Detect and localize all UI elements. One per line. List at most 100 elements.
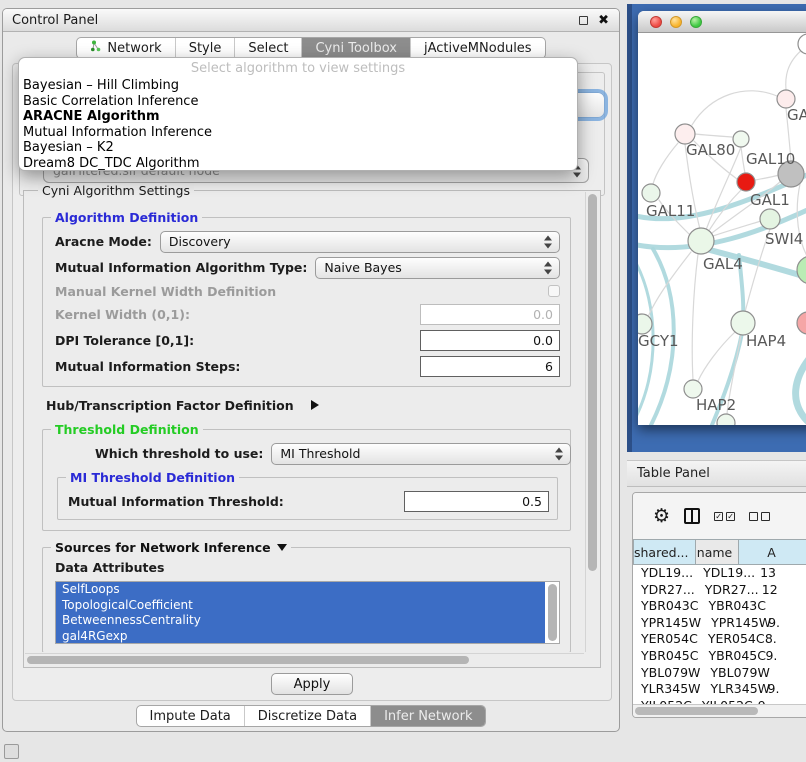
hub-definition-toggle[interactable]: Hub/Transcription Factor Definition [46, 395, 571, 415]
table-row[interactable]: YBL079WYBL079W [633, 665, 806, 682]
table-row[interactable]: YDR27...YDR27...12 [633, 582, 806, 599]
deselect-all-columns-icon[interactable] [749, 512, 770, 521]
attribute-item-gal4rgexp[interactable]: gal4RGexp [56, 629, 545, 644]
dropdown-prompt: Select algorithm to view settings [19, 61, 577, 78]
manual-kernel-checkbox[interactable] [548, 285, 560, 297]
dropdown-item-dream8-dc-tdc-algorithm[interactable]: Dream8 DC_TDC Algorithm [19, 156, 577, 171]
table-cell: YLR345W [633, 681, 701, 698]
node-label-gal11: GAL11 [646, 202, 695, 220]
float-panel-icon[interactable] [579, 16, 588, 25]
dropdown-item-mutual-information-inference[interactable]: Mutual Information Inference [19, 125, 577, 141]
tab-jactivemnodules[interactable]: jActiveMNodules [410, 38, 545, 58]
close-window-icon[interactable] [650, 16, 662, 28]
network-node[interactable] [760, 209, 780, 229]
network-icon [90, 40, 102, 56]
tab-label: Style [189, 41, 222, 56]
tab-infer-network[interactable]: Infer Network [370, 706, 485, 726]
network-edge[interactable] [797, 184, 806, 261]
column-header-2[interactable]: name [696, 539, 740, 565]
network-node[interactable] [642, 184, 660, 202]
select-all-columns-icon[interactable]: ✓✓ [714, 512, 735, 521]
tab-cyni-toolbox[interactable]: Cyni Toolbox [301, 38, 410, 58]
network-node[interactable] [638, 314, 652, 334]
table-row[interactable]: YBR045CYBR045C9. [633, 648, 806, 665]
table-row[interactable]: YER054CYER054C8. [633, 631, 806, 648]
tab-style[interactable]: Style [175, 38, 235, 58]
attribute-item-betweennesscentrality[interactable]: BetweennessCentrality [56, 613, 545, 629]
table-cell: YBR045C [698, 648, 760, 665]
gear-icon[interactable]: ⚙ [653, 507, 670, 526]
network-edge[interactable] [653, 143, 678, 184]
data-attributes-list[interactable]: SelfLoopsTopologicalCoefficientBetweenne… [55, 581, 560, 644]
network-node[interactable] [798, 34, 806, 54]
attribute-item-selfloops[interactable]: SelfLoops [56, 582, 545, 598]
which-threshold-row: Which threshold to use: MI Threshold [55, 442, 560, 465]
kernel-width-row: Kernel Width (0,1): 0.0 [55, 303, 560, 326]
dropdown-item-bayesian-hill-climbing[interactable]: Bayesian – Hill Climbing [19, 78, 577, 94]
network-edge[interactable] [692, 91, 777, 125]
dropdown-item-basic-correlation-inference[interactable]: Basic Correlation Inference [19, 94, 577, 110]
apply-button[interactable]: Apply [271, 673, 354, 695]
dock-panel-icon[interactable] [4, 744, 19, 759]
column-header-3[interactable]: A [739, 539, 806, 565]
dropdown-item-aracne-algorithm[interactable]: ARACNE Algorithm [19, 109, 577, 125]
table-horizontal-scrollbar[interactable] [633, 704, 806, 717]
mi-type-combobox[interactable]: Naive Bayes [315, 257, 560, 279]
table-cell: YDR27... [695, 582, 757, 599]
kernel-width-field[interactable]: 0.0 [420, 304, 560, 325]
close-panel-icon[interactable]: ✖ [598, 14, 609, 27]
table-row[interactable]: YPR145WYPR145W9. [633, 615, 806, 632]
tab-discretize-data[interactable]: Discretize Data [244, 706, 370, 726]
table-cell [762, 665, 806, 682]
network-edge[interactable] [695, 134, 732, 137]
tab-network[interactable]: Network [77, 38, 174, 58]
network-node[interactable] [797, 312, 806, 334]
data-attributes-label: Data Attributes [55, 560, 560, 575]
node-label-gal: GAL [787, 106, 806, 124]
settings-vertical-scrollbar[interactable] [585, 192, 599, 652]
network-edge[interactable] [796, 343, 806, 425]
table-row[interactable]: YLR345WYLR345W9. [633, 681, 806, 698]
tab-impute-data[interactable]: Impute Data [137, 706, 244, 726]
table-panel: ⚙ ✓✓ shared...nameA YDL19...YDL19...13YD… [632, 492, 806, 718]
network-edge[interactable] [706, 147, 741, 230]
table-cell: YPR145W [701, 615, 763, 632]
mi-steps-field[interactable]: 6 [420, 356, 560, 377]
zoom-window-icon[interactable] [690, 16, 702, 28]
column-header-1[interactable]: shared... [633, 539, 696, 565]
which-threshold-combobox[interactable]: MI Threshold [271, 443, 571, 465]
mi-threshold-group-title: MI Threshold Definition [66, 470, 239, 485]
list-scrollbar[interactable] [547, 583, 558, 642]
network-edge[interactable] [755, 175, 779, 180]
tab-label: Network [107, 41, 161, 56]
table-row[interactable]: YDL19...YDL19...13 [633, 565, 806, 582]
network-node[interactable] [797, 256, 806, 284]
attribute-item-topologicalcoefficient[interactable]: TopologicalCoefficient [56, 598, 545, 614]
node-table: shared...nameA YDL19...YDL19...13YDR27..… [633, 539, 806, 717]
tab-select[interactable]: Select [234, 38, 301, 58]
combo-arrows-icon [544, 261, 553, 274]
table-row[interactable]: YBR043CYBR043C [633, 598, 806, 615]
aracne-mode-combobox[interactable]: Discovery [160, 231, 560, 253]
table-cell: 13 [755, 565, 806, 582]
network-edge[interactable] [692, 254, 698, 380]
network-edge[interactable] [786, 49, 803, 90]
table-cell: YBL079W [633, 665, 700, 682]
network-node[interactable] [733, 131, 749, 147]
network-node[interactable] [737, 173, 755, 191]
minimize-window-icon[interactable] [670, 16, 682, 28]
dpi-tolerance-field[interactable]: 0.0 [420, 330, 560, 351]
expand-arrow-icon [311, 400, 319, 410]
settings-horizontal-scrollbar[interactable] [25, 653, 584, 666]
settings-group-title: Cyni Algorithm Settings [38, 183, 194, 198]
mi-threshold-field[interactable]: 0.5 [404, 491, 549, 512]
dropdown-item-bayesian-k2[interactable]: Bayesian – K2 [19, 140, 577, 156]
sources-group-title[interactable]: Sources for Network Inference [51, 540, 291, 555]
network-node[interactable] [717, 414, 735, 425]
columns-icon[interactable] [684, 508, 700, 524]
network-canvas[interactable]: GALGAL80GAL10GAL1GAL11SWI4GAL4GCY1HAP4YH… [638, 33, 806, 425]
network-node[interactable] [688, 228, 714, 254]
table-cell: YPR145W [633, 615, 701, 632]
network-edge[interactable] [741, 147, 745, 173]
mi-type-label: Mutual Information Algorithm Type: [55, 260, 307, 275]
